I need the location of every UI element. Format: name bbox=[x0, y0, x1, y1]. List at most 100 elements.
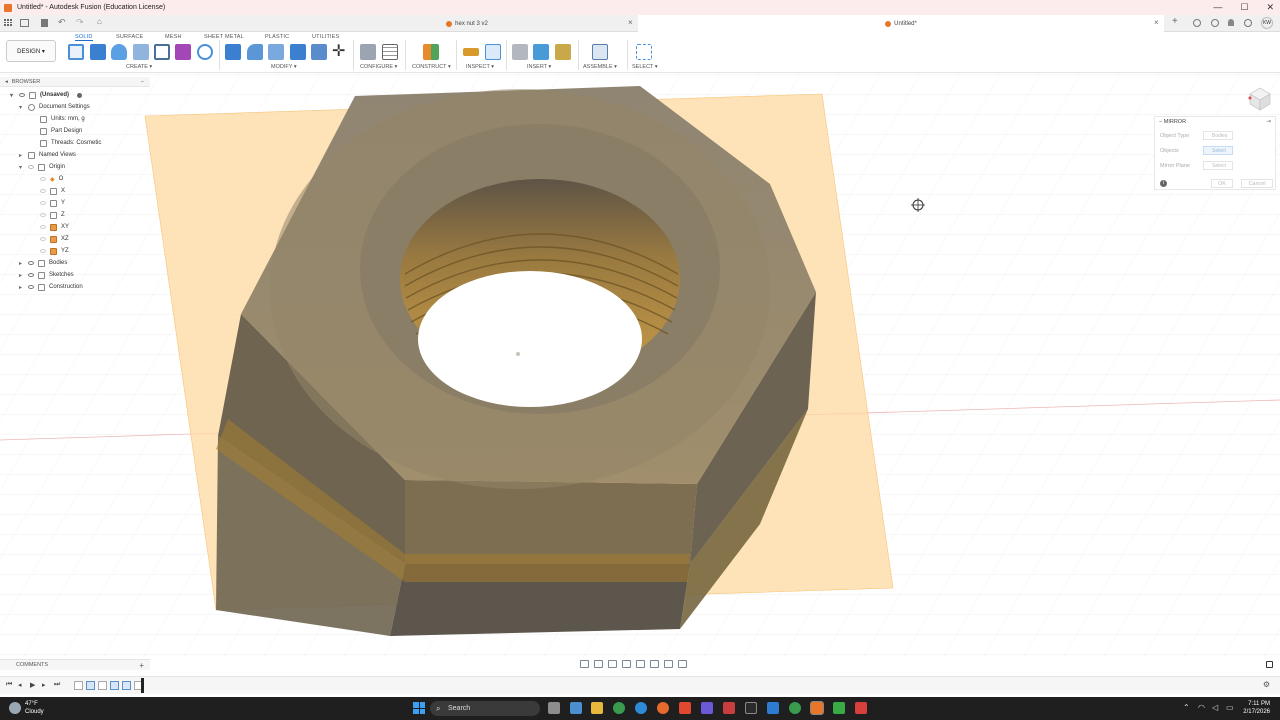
vscode-icon[interactable] bbox=[767, 702, 779, 714]
app-red-2-icon[interactable] bbox=[855, 702, 867, 714]
browser-header[interactable]: ◂ BROWSER − bbox=[0, 77, 150, 87]
fusion-taskbar-icon[interactable] bbox=[810, 701, 824, 715]
visibility-eye-icon[interactable] bbox=[28, 285, 34, 289]
extensions-icon[interactable] bbox=[1211, 19, 1219, 27]
zoom-icon[interactable] bbox=[622, 660, 631, 668]
tree-item-origin-point[interactable]: ◆ O bbox=[40, 173, 63, 185]
visibility-eye-icon[interactable] bbox=[40, 177, 46, 181]
tray-chevron-icon[interactable]: ⌃ bbox=[1183, 703, 1190, 712]
new-component-icon[interactable] bbox=[592, 44, 608, 60]
teams-icon[interactable] bbox=[701, 702, 713, 714]
wifi-icon[interactable]: ◠ bbox=[1198, 703, 1205, 712]
ok-button[interactable]: OK bbox=[1211, 179, 1233, 188]
task-view-icon[interactable] bbox=[548, 702, 560, 714]
section-analysis-icon[interactable] bbox=[485, 44, 501, 60]
insert-canvas-icon[interactable] bbox=[533, 44, 549, 60]
minimize-button[interactable]: — bbox=[1213, 2, 1222, 13]
create-sketch-icon[interactable] bbox=[68, 44, 84, 60]
tree-item-xy-plane[interactable]: XY bbox=[40, 221, 69, 233]
insert-derive-icon[interactable] bbox=[512, 44, 528, 60]
app-green-icon[interactable] bbox=[833, 702, 845, 714]
viewports-icon[interactable] bbox=[678, 660, 687, 668]
offset-plane-icon[interactable] bbox=[423, 44, 439, 60]
workspace-switcher-button[interactable]: DESIGN ▾ bbox=[6, 40, 56, 62]
caret-right-icon[interactable]: ▸ bbox=[19, 260, 25, 267]
visibility-eye-icon[interactable] bbox=[40, 225, 46, 229]
timeline-settings-gear-icon[interactable]: ⚙ bbox=[1263, 680, 1270, 689]
create-form-icon[interactable] bbox=[175, 44, 191, 60]
chat-icon[interactable] bbox=[1266, 661, 1273, 668]
visibility-eye-icon[interactable] bbox=[28, 273, 34, 277]
battery-icon[interactable]: ▭ bbox=[1226, 703, 1234, 712]
visibility-eye-icon[interactable] bbox=[28, 261, 34, 265]
go-to-end-icon[interactable]: ⏭ bbox=[54, 681, 60, 689]
tree-item-z-axis[interactable]: Z bbox=[40, 209, 65, 221]
tree-item-sketches[interactable]: ▸ Sketches bbox=[19, 269, 74, 281]
create-menu[interactable]: CREATE ▾ bbox=[126, 64, 152, 70]
comments-panel[interactable]: COMMENTS + bbox=[0, 659, 150, 670]
caret-down-icon[interactable]: ▾ bbox=[19, 104, 25, 111]
tree-item-threads[interactable]: Threads: Cosmetic bbox=[40, 137, 101, 149]
tree-item-origin[interactable]: ▾ Origin bbox=[19, 161, 65, 173]
notifications-icon[interactable] bbox=[1228, 19, 1234, 26]
edge-icon[interactable] bbox=[635, 702, 647, 714]
select-menu[interactable]: SELECT ▾ bbox=[632, 64, 658, 70]
extrude-icon[interactable] bbox=[90, 44, 106, 60]
visibility-eye-icon[interactable] bbox=[40, 201, 46, 205]
file-explorer-icon[interactable] bbox=[591, 702, 603, 714]
app-red-icon[interactable] bbox=[723, 702, 735, 714]
step-forward-icon[interactable]: ▸ bbox=[42, 681, 46, 689]
timeline-feature-sketch[interactable] bbox=[74, 681, 83, 690]
expand-dialog-icon[interactable]: ⇥ bbox=[1266, 118, 1271, 125]
tree-item-yz-plane[interactable]: YZ bbox=[40, 245, 69, 257]
tree-item-x-axis[interactable]: X bbox=[40, 185, 65, 197]
redo-icon[interactable]: ↷ bbox=[76, 17, 84, 28]
tree-item-units[interactable]: Units: mm, g bbox=[40, 113, 85, 125]
tab-plastic[interactable]: PLASTIC bbox=[265, 34, 289, 40]
configuration-table-icon[interactable] bbox=[382, 44, 398, 60]
look-at-icon[interactable] bbox=[594, 660, 603, 668]
timeline-feature-extrude[interactable] bbox=[86, 681, 95, 690]
close-tab-icon[interactable]: × bbox=[1154, 18, 1159, 27]
tab-surface[interactable]: SURFACE bbox=[116, 34, 143, 40]
tree-root[interactable]: ▾ (Unsaved) bbox=[10, 89, 83, 101]
tree-item-part-design[interactable]: Part Design bbox=[40, 125, 82, 137]
caret-right-icon[interactable]: ▸ bbox=[19, 272, 25, 279]
shell-icon[interactable] bbox=[290, 44, 306, 60]
tree-item-construction[interactable]: ▸ Construction bbox=[19, 281, 83, 293]
measure-icon[interactable] bbox=[463, 48, 479, 56]
fillet-icon[interactable] bbox=[247, 44, 263, 60]
canvas-viewport[interactable] bbox=[0, 74, 1280, 658]
insert-mcmaster-icon[interactable] bbox=[555, 44, 571, 60]
file-menu-icon[interactable] bbox=[20, 19, 29, 27]
taskbar-search[interactable]: ⌕ Search bbox=[430, 701, 540, 716]
timeline-feature-thread[interactable] bbox=[122, 681, 131, 690]
volume-icon[interactable]: ◁ bbox=[1212, 703, 1218, 712]
mirror-plane-select-button[interactable]: Select bbox=[1203, 161, 1233, 170]
tree-item-named-views[interactable]: ▸ Named Views bbox=[19, 149, 76, 161]
grid-settings-icon[interactable] bbox=[664, 660, 673, 668]
go-to-start-icon[interactable]: ⏮ bbox=[6, 681, 12, 689]
help-icon[interactable] bbox=[1244, 19, 1252, 27]
tab-hex-nut[interactable]: hex nut 3 v2 bbox=[300, 15, 634, 32]
zoom-window-icon[interactable] bbox=[636, 660, 645, 668]
construct-menu[interactable]: CONSTRUCT ▾ bbox=[412, 64, 451, 70]
tab-untitled[interactable]: Untitled* bbox=[638, 15, 1164, 32]
brave-icon[interactable] bbox=[679, 702, 691, 714]
close-tab-icon[interactable]: × bbox=[628, 18, 633, 27]
object-type-dropdown[interactable]: Bodies bbox=[1203, 131, 1233, 140]
weather-icon[interactable] bbox=[9, 702, 21, 714]
widgets-icon[interactable] bbox=[570, 702, 582, 714]
visibility-eye-icon[interactable] bbox=[40, 249, 46, 253]
job-status-icon[interactable] bbox=[1193, 19, 1201, 27]
step-back-icon[interactable]: ◂ bbox=[18, 681, 22, 689]
sweep-icon[interactable] bbox=[133, 44, 149, 60]
weather-widget[interactable]: 47°F Cloudy bbox=[25, 700, 44, 716]
inspect-menu[interactable]: INSPECT ▾ bbox=[466, 64, 494, 70]
orbit-icon[interactable] bbox=[580, 660, 589, 668]
combine-icon[interactable] bbox=[311, 44, 327, 60]
mirror-icon[interactable] bbox=[197, 44, 213, 60]
system-clock[interactable]: 7:11 PM 2/17/2026 bbox=[1243, 700, 1270, 716]
select-icon[interactable] bbox=[636, 44, 652, 60]
apps-grid-icon[interactable] bbox=[4, 19, 12, 26]
